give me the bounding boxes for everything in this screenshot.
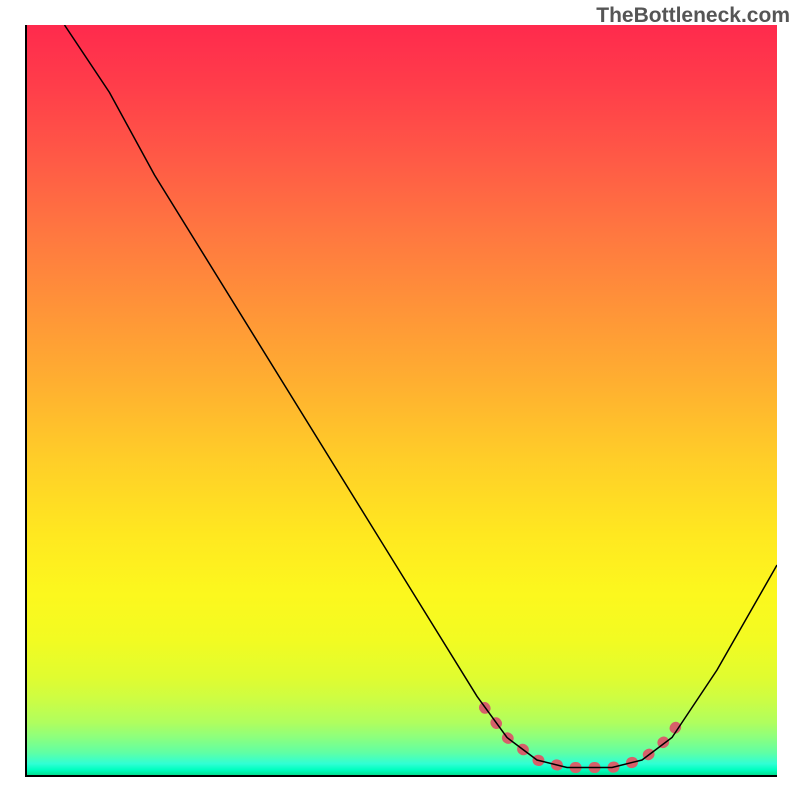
main-curve-line [65, 25, 778, 768]
chart-plot-area [25, 25, 777, 777]
bottom-marker-line [485, 708, 680, 768]
watermark-text: TheBottleneck.com [596, 4, 790, 28]
chart-svg [27, 25, 777, 775]
